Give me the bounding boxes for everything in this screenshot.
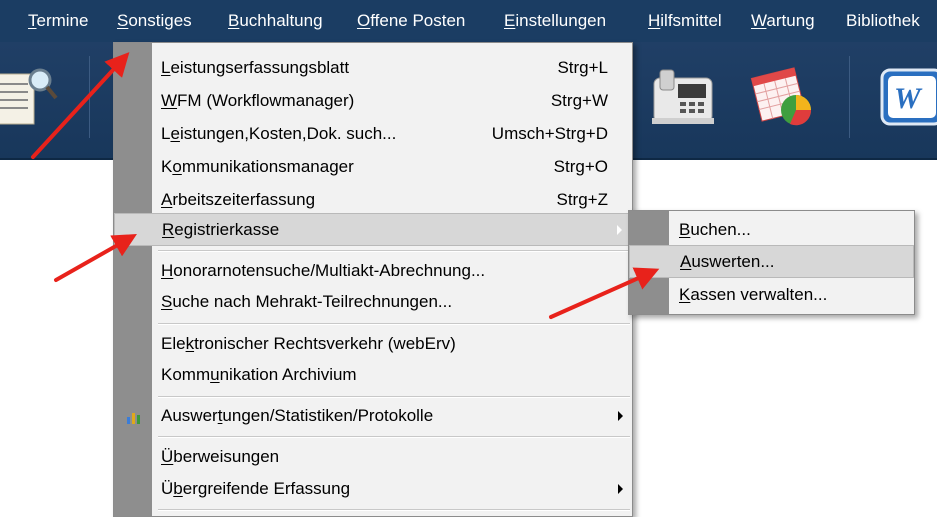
svg-text:W: W [894,82,923,115]
menu-item-shortcut: Strg+L [557,58,608,77]
menu-item-label: Auswerten... [680,252,775,271]
menu-item-label: Leistungen,Kosten,Dok. such... [161,124,397,143]
menu-item-label: Arbeitszeiterfassung [161,190,316,209]
menu-item-label: Überweisungen [161,447,280,466]
menu-item-label: Kommunikation Archivium [161,365,357,384]
menu-item-honorarnotensuche[interactable]: Honorarnotensuche/Multiakt-Abrechnung... [114,255,632,288]
menu-item-registrierkasse[interactable]: Registrierkasse [114,213,632,246]
menu-item-kommunikation-archivium[interactable]: Kommunikation Archivium [114,359,632,392]
menu-item-label: Suche nach Mehrakt-Teilrechnungen... [161,292,453,311]
menu-item-uebergreifende-erfassung[interactable]: Übergreifende Erfassung [114,473,632,506]
menubar-bibliothek[interactable]: Bibliothek [846,11,920,31]
menu-item-ueberweisungen[interactable]: Überweisungen [114,441,632,474]
menu-item-label: Kommunikationsmanager [161,157,354,176]
calendar-chart-icon[interactable] [750,64,820,130]
menubar-buchhaltung[interactable]: Buchhaltung [228,11,323,31]
menu-item-label: Honorarnotensuche/Multiakt-Abrechnung... [161,261,486,280]
document-search-icon[interactable] [0,64,62,128]
menu-item-shortcut: Strg+Z [556,190,609,209]
submenu-arrow-icon [617,225,622,235]
menu-item-mehrakt-teilrechnungen[interactable]: Suche nach Mehrakt-Teilrechnungen... [114,286,632,319]
menu-item-label: WFM (Workflowmanager) [161,91,355,110]
menu-item-label: Übergreifende Erfassung [161,479,351,498]
menu-item-wfm[interactable]: WFM (Workflowmanager) Strg+W [114,85,632,118]
menu-item-label: Buchen... [679,220,751,239]
menu-item-shortcut: Strg+O [553,157,608,176]
menubar: Termine Sonstiges Buchhaltung Offene Pos… [0,0,937,42]
menu-item-leistungserfassungsblatt[interactable]: Leistungserfassungsblatt Strg+L [114,52,632,85]
submenu-item-buchen[interactable]: Buchen... [629,214,914,247]
menu-item-label: Leistungserfassungsblatt [161,58,350,77]
menu-item-label: Kassen verwalten... [679,285,828,304]
menubar-sonstiges[interactable]: Sonstiges [117,11,192,31]
menu-item-auswertungen[interactable]: Auswertungen/Statistiken/Protokolle [114,400,632,433]
word-icon[interactable]: W [880,68,937,128]
menu-separator [158,250,630,252]
menu-item-label: Auswertungen/Statistiken/Protokolle [161,406,434,425]
menubar-wartung[interactable]: Wartung [751,11,815,31]
sonstiges-menu: Leistungserfassungsblatt Strg+L WFM (Wor… [113,42,633,517]
submenu-item-kassen-verwalten[interactable]: Kassen verwalten... [629,279,914,312]
menu-item-kommunikationsmanager[interactable]: Kommunikationsmanager Strg+O [114,151,632,184]
menubar-einstellungen[interactable]: Einstellungen [504,11,606,31]
menu-separator [158,509,630,511]
toolbar-separator [89,56,90,138]
menubar-termine[interactable]: Termine [28,11,88,31]
menu-separator [158,396,630,398]
menu-item-label: Registrierkasse [162,220,280,239]
bar-chart-icon [127,413,140,424]
submenu-arrow-icon [618,411,623,421]
menubar-offene-posten[interactable]: Offene Posten [357,11,465,31]
menu-separator [158,436,630,438]
submenu-item-auswerten[interactable]: Auswerten... [629,245,914,278]
menu-item-shortcut: Umsch+Strg+D [491,124,608,143]
menu-item-webErv[interactable]: Elektronischer Rechtsverkehr (webErv) [114,328,632,361]
menu-item-shortcut: Strg+W [550,91,608,110]
menu-item-label: Elektronischer Rechtsverkehr (webErv) [161,334,456,353]
toolbar-separator [849,56,850,138]
menubar-hilfsmittel[interactable]: Hilfsmittel [648,11,722,31]
menu-item-leistungen-suchen[interactable]: Leistungen,Kosten,Dok. such... Umsch+Str… [114,118,632,151]
fax-phone-icon[interactable] [646,64,718,128]
menu-separator [158,323,630,325]
registrierkasse-submenu: Buchen... Auswerten... Kassen verwalten.… [628,210,915,315]
submenu-arrow-icon [618,484,623,494]
